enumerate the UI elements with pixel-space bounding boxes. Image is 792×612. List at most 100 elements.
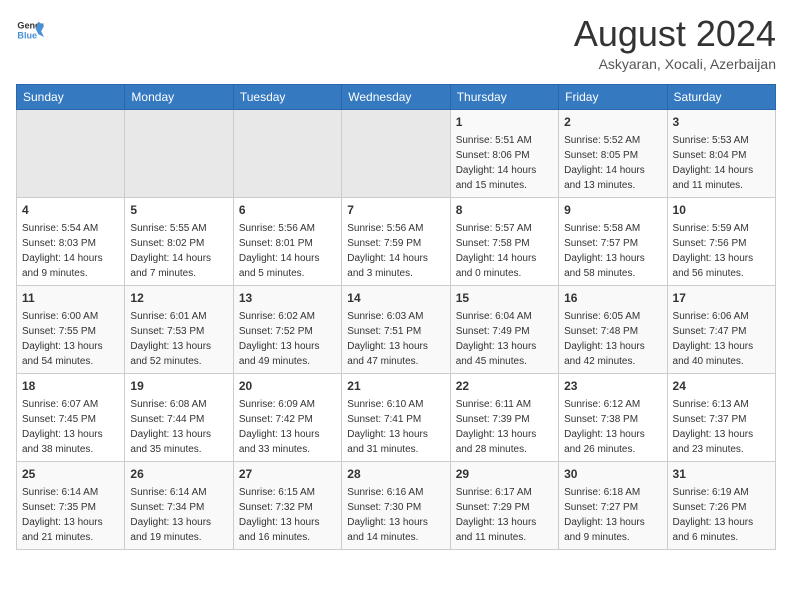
location-subtitle: Askyaran, Xocali, Azerbaijan — [574, 56, 776, 72]
calendar-day-cell: 19 Sunrise: 6:08 AMSunset: 7:44 PMDayligh… — [125, 374, 233, 462]
calendar-day-cell: 17 Sunrise: 6:06 AMSunset: 7:47 PMDayligh… — [667, 286, 775, 374]
day-info: Sunrise: 6:01 AMSunset: 7:53 PMDaylight:… — [130, 309, 227, 369]
day-info: Sunrise: 6:15 AMSunset: 7:32 PMDaylight:… — [239, 485, 336, 545]
day-number: 20 — [239, 378, 336, 395]
day-number: 30 — [564, 466, 661, 483]
day-info: Sunrise: 5:53 AMSunset: 8:04 PMDaylight:… — [673, 133, 770, 193]
calendar-day-cell: 22 Sunrise: 6:11 AMSunset: 7:39 PMDayligh… — [450, 374, 558, 462]
day-number: 7 — [347, 202, 444, 219]
day-number: 25 — [22, 466, 119, 483]
day-number: 31 — [673, 466, 770, 483]
day-info: Sunrise: 6:19 AMSunset: 7:26 PMDaylight:… — [673, 485, 770, 545]
day-info: Sunrise: 6:14 AMSunset: 7:35 PMDaylight:… — [22, 485, 119, 545]
calendar-day-cell: 21 Sunrise: 6:10 AMSunset: 7:41 PMDayligh… — [342, 374, 450, 462]
day-number: 1 — [456, 114, 553, 131]
day-number: 11 — [22, 290, 119, 307]
day-number: 6 — [239, 202, 336, 219]
col-header-friday: Friday — [559, 85, 667, 110]
day-number: 21 — [347, 378, 444, 395]
day-number: 8 — [456, 202, 553, 219]
day-number: 3 — [673, 114, 770, 131]
calendar-day-cell: 7Sunrise: 5:56 AMSunset: 7:59 PMDaylight… — [342, 198, 450, 286]
day-number: 14 — [347, 290, 444, 307]
calendar-day-cell: 27 Sunrise: 6:15 AMSunset: 7:32 PMDayligh… — [233, 462, 341, 550]
calendar-day-cell: 14 Sunrise: 6:03 AMSunset: 7:51 PMDayligh… — [342, 286, 450, 374]
calendar-day-cell: 26 Sunrise: 6:14 AMSunset: 7:34 PMDayligh… — [125, 462, 233, 550]
day-info: Sunrise: 5:51 AMSunset: 8:06 PMDaylight:… — [456, 133, 553, 193]
day-info: Sunrise: 6:07 AMSunset: 7:45 PMDaylight:… — [22, 397, 119, 457]
day-info: Sunrise: 5:55 AMSunset: 8:02 PMDaylight:… — [130, 221, 227, 281]
calendar-day-cell: 1 Sunrise: 5:51 AMSunset: 8:06 PMDaylight… — [450, 110, 558, 198]
day-info: Sunrise: 6:18 AMSunset: 7:27 PMDaylight:… — [564, 485, 661, 545]
calendar-table: SundayMondayTuesdayWednesdayThursdayFrid… — [16, 84, 776, 550]
calendar-day-cell: 4Sunrise: 5:54 AMSunset: 8:03 PMDaylight… — [17, 198, 125, 286]
calendar-day-cell: 2 Sunrise: 5:52 AMSunset: 8:05 PMDaylight… — [559, 110, 667, 198]
calendar-day-cell: 16 Sunrise: 6:05 AMSunset: 7:48 PMDayligh… — [559, 286, 667, 374]
calendar-day-cell: 5 Sunrise: 5:55 AMSunset: 8:02 PMDaylight… — [125, 198, 233, 286]
day-number: 16 — [564, 290, 661, 307]
day-info: Sunrise: 5:52 AMSunset: 8:05 PMDaylight:… — [564, 133, 661, 193]
calendar-day-cell: 8 Sunrise: 5:57 AMSunset: 7:58 PMDaylight… — [450, 198, 558, 286]
calendar-day-cell: 13Sunrise: 6:02 AMSunset: 7:52 PMDayligh… — [233, 286, 341, 374]
calendar-day-cell: 24Sunrise: 6:13 AMSunset: 7:37 PMDayligh… — [667, 374, 775, 462]
day-number: 4 — [22, 202, 119, 219]
calendar-header-row: SundayMondayTuesdayWednesdayThursdayFrid… — [17, 85, 776, 110]
calendar-day-cell — [17, 110, 125, 198]
page-header: General Blue August 2024 Askyaran, Xocal… — [16, 16, 776, 72]
title-section: August 2024 Askyaran, Xocali, Azerbaijan — [574, 16, 776, 72]
col-header-thursday: Thursday — [450, 85, 558, 110]
calendar-day-cell: 28 Sunrise: 6:16 AMSunset: 7:30 PMDayligh… — [342, 462, 450, 550]
day-info: Sunrise: 6:04 AMSunset: 7:49 PMDaylight:… — [456, 309, 553, 369]
day-number: 15 — [456, 290, 553, 307]
day-number: 26 — [130, 466, 227, 483]
day-info: Sunrise: 6:03 AMSunset: 7:51 PMDaylight:… — [347, 309, 444, 369]
day-info: Sunrise: 6:06 AMSunset: 7:47 PMDaylight:… — [673, 309, 770, 369]
day-info: Sunrise: 6:14 AMSunset: 7:34 PMDaylight:… — [130, 485, 227, 545]
day-info: Sunrise: 6:05 AMSunset: 7:48 PMDaylight:… — [564, 309, 661, 369]
logo: General Blue — [16, 16, 44, 44]
day-number: 29 — [456, 466, 553, 483]
day-number: 28 — [347, 466, 444, 483]
col-header-sunday: Sunday — [17, 85, 125, 110]
col-header-saturday: Saturday — [667, 85, 775, 110]
day-info: Sunrise: 6:08 AMSunset: 7:44 PMDaylight:… — [130, 397, 227, 457]
day-info: Sunrise: 6:16 AMSunset: 7:30 PMDaylight:… — [347, 485, 444, 545]
calendar-day-cell: 31 Sunrise: 6:19 AMSunset: 7:26 PMDayligh… — [667, 462, 775, 550]
calendar-day-cell — [233, 110, 341, 198]
day-number: 19 — [130, 378, 227, 395]
calendar-day-cell: 18 Sunrise: 6:07 AMSunset: 7:45 PMDayligh… — [17, 374, 125, 462]
calendar-day-cell: 23Sunrise: 6:12 AMSunset: 7:38 PMDayligh… — [559, 374, 667, 462]
day-number: 17 — [673, 290, 770, 307]
calendar-day-cell — [342, 110, 450, 198]
day-info: Sunrise: 5:58 AMSunset: 7:57 PMDaylight:… — [564, 221, 661, 281]
day-info: Sunrise: 5:56 AMSunset: 8:01 PMDaylight:… — [239, 221, 336, 281]
calendar-day-cell: 25 Sunrise: 6:14 AMSunset: 7:35 PMDayligh… — [17, 462, 125, 550]
day-info: Sunrise: 5:59 AMSunset: 7:56 PMDaylight:… — [673, 221, 770, 281]
day-info: Sunrise: 6:13 AMSunset: 7:37 PMDaylight:… — [673, 397, 770, 457]
day-number: 27 — [239, 466, 336, 483]
day-number: 13 — [239, 290, 336, 307]
col-header-wednesday: Wednesday — [342, 85, 450, 110]
day-info: Sunrise: 6:09 AMSunset: 7:42 PMDaylight:… — [239, 397, 336, 457]
svg-text:Blue: Blue — [17, 30, 37, 40]
day-number: 2 — [564, 114, 661, 131]
calendar-week-row: 4Sunrise: 5:54 AMSunset: 8:03 PMDaylight… — [17, 198, 776, 286]
calendar-day-cell: 11Sunrise: 6:00 AMSunset: 7:55 PMDayligh… — [17, 286, 125, 374]
day-number: 5 — [130, 202, 227, 219]
calendar-day-cell: 20 Sunrise: 6:09 AMSunset: 7:42 PMDayligh… — [233, 374, 341, 462]
calendar-day-cell: 6 Sunrise: 5:56 AMSunset: 8:01 PMDaylight… — [233, 198, 341, 286]
month-year-title: August 2024 — [574, 16, 776, 52]
day-info: Sunrise: 5:57 AMSunset: 7:58 PMDaylight:… — [456, 221, 553, 281]
day-info: Sunrise: 6:17 AMSunset: 7:29 PMDaylight:… — [456, 485, 553, 545]
calendar-day-cell: 30 Sunrise: 6:18 AMSunset: 7:27 PMDayligh… — [559, 462, 667, 550]
calendar-week-row: 1 Sunrise: 5:51 AMSunset: 8:06 PMDaylight… — [17, 110, 776, 198]
day-number: 18 — [22, 378, 119, 395]
calendar-day-cell: 9Sunrise: 5:58 AMSunset: 7:57 PMDaylight… — [559, 198, 667, 286]
calendar-week-row: 11Sunrise: 6:00 AMSunset: 7:55 PMDayligh… — [17, 286, 776, 374]
calendar-week-row: 25 Sunrise: 6:14 AMSunset: 7:35 PMDayligh… — [17, 462, 776, 550]
calendar-day-cell — [125, 110, 233, 198]
day-number: 22 — [456, 378, 553, 395]
day-info: Sunrise: 6:11 AMSunset: 7:39 PMDaylight:… — [456, 397, 553, 457]
calendar-week-row: 18 Sunrise: 6:07 AMSunset: 7:45 PMDayligh… — [17, 374, 776, 462]
day-info: Sunrise: 6:10 AMSunset: 7:41 PMDaylight:… — [347, 397, 444, 457]
